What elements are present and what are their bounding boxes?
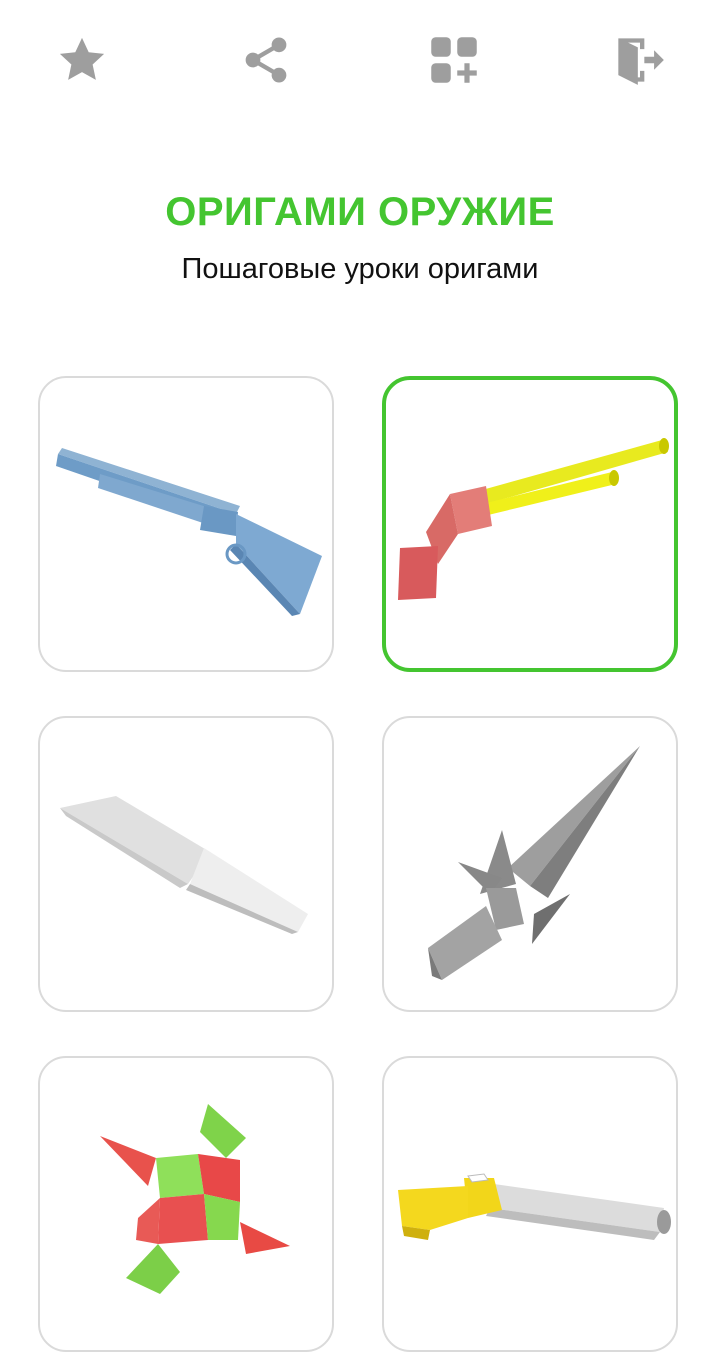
double-barrel-shotgun-image — [398, 438, 669, 600]
share-icon — [245, 37, 287, 83]
blue-rifle-image — [56, 448, 322, 616]
weapon-card-ninja-star[interactable] — [38, 1056, 334, 1352]
more-apps-button[interactable] — [424, 30, 484, 90]
weapon-card-knife[interactable] — [38, 716, 334, 1012]
top-toolbar — [0, 0, 720, 120]
weapon-card-dagger[interactable] — [382, 716, 678, 1012]
favorite-button[interactable] — [52, 30, 112, 90]
more-apps-icon — [431, 37, 477, 83]
paper-knife-image — [60, 796, 308, 934]
weapon-card-yellow-shotgun[interactable] — [382, 1056, 678, 1352]
weapon-card-rifle[interactable] — [38, 376, 334, 672]
star-icon — [59, 37, 105, 80]
ninja-star-image — [100, 1104, 290, 1294]
paper-dagger-image — [428, 746, 640, 980]
share-button[interactable] — [236, 30, 296, 90]
yellow-shotgun-image — [398, 1173, 671, 1240]
exit-button[interactable] — [610, 30, 670, 90]
weapon-card-double-barrel[interactable] — [382, 376, 678, 672]
page-title: ОРИГАМИ ОРУЖИЕ — [165, 190, 555, 234]
exit-icon — [618, 38, 664, 85]
page-subtitle: Пошаговые уроки оригами — [181, 253, 539, 285]
